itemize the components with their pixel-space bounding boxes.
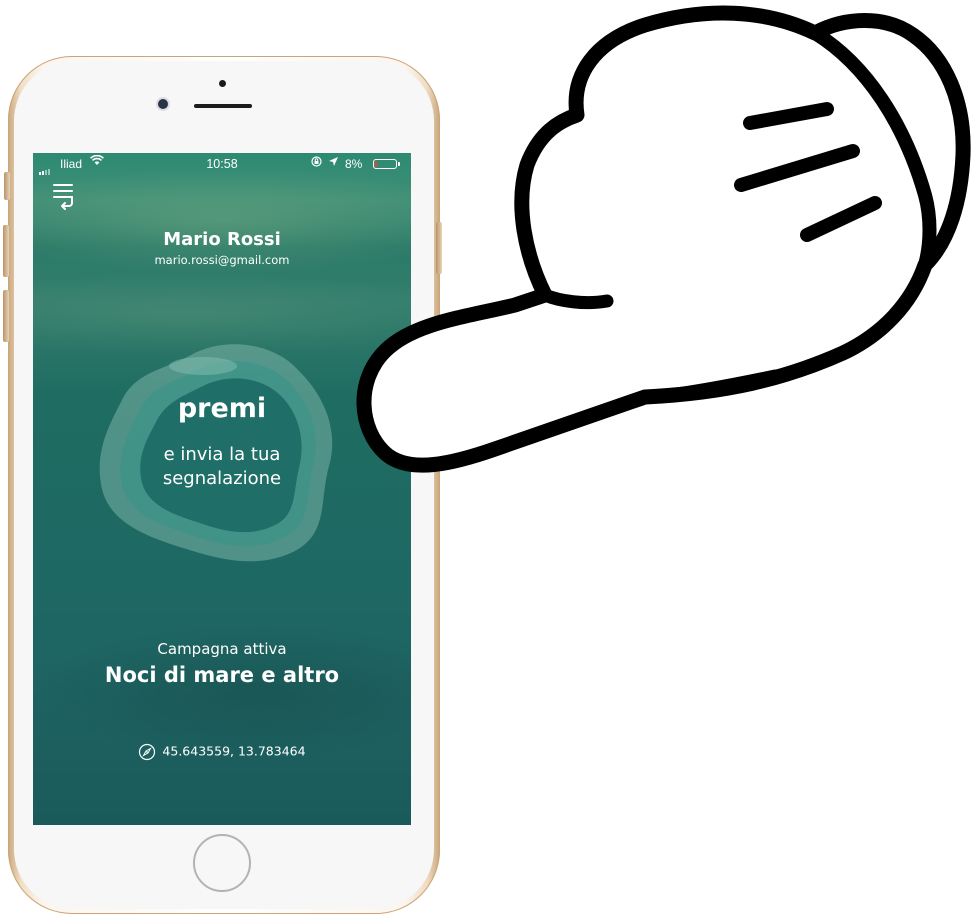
earpiece-speaker <box>194 104 252 108</box>
hand-pointer-icon <box>356 5 971 488</box>
orientation-lock-icon <box>311 156 322 170</box>
campaign-label: Campagna attiva <box>157 640 287 658</box>
location-row: 45.643559, 13.783464 <box>33 743 411 761</box>
volume-up-button <box>3 225 9 277</box>
menu-button[interactable] <box>51 181 77 211</box>
front-sensor <box>219 80 226 87</box>
mute-switch <box>4 172 10 200</box>
volume-down-button <box>3 290 9 342</box>
location-coordinates: 45.643559, 13.783464 <box>162 743 306 759</box>
menu-icon <box>53 184 73 210</box>
compass-icon <box>139 743 156 761</box>
front-camera-icon <box>158 99 168 109</box>
campaign-name: Noci di mare e altro <box>104 663 340 687</box>
hand-thumb-line <box>538 288 614 310</box>
report-button-highlight <box>169 357 237 375</box>
home-button[interactable] <box>193 834 251 892</box>
location-arrow-icon <box>328 156 339 170</box>
